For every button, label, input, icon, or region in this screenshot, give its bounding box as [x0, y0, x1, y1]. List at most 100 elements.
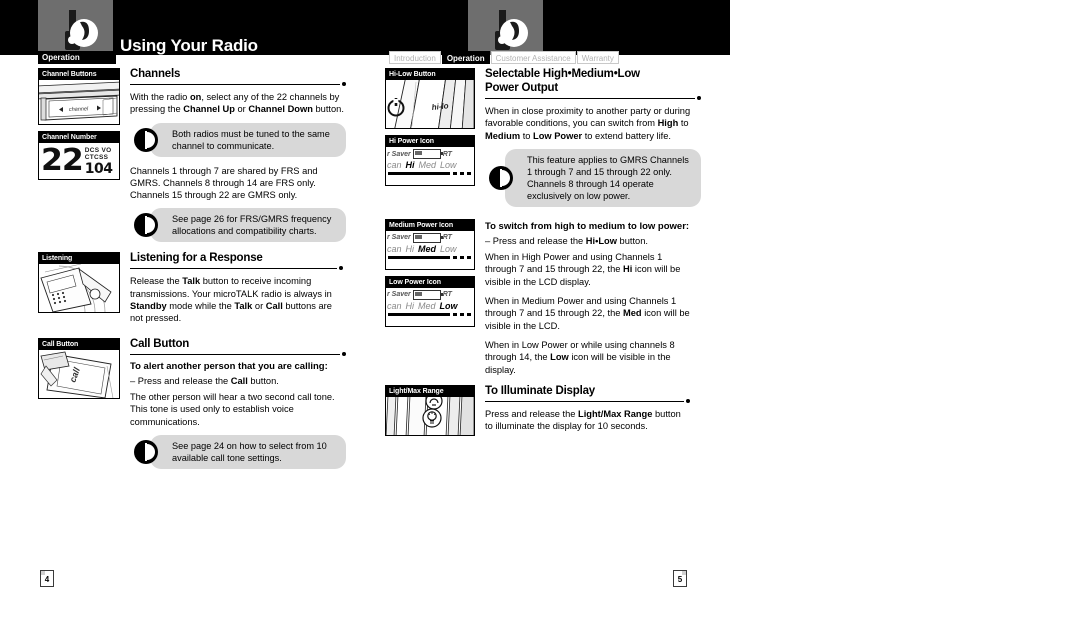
lcd-rt-label: RT — [442, 150, 452, 158]
text-bold: Channel Down — [248, 104, 313, 115]
lcd-code-value: 104 — [84, 160, 113, 177]
lcd-power-row: can Hi Med Low — [386, 300, 474, 311]
text-bold: Low Power — [533, 130, 583, 141]
illuminate-text: To Illuminate Display Press and release … — [475, 385, 690, 440]
svg-text:channel: channel — [69, 106, 89, 113]
text-bold: Med — [623, 308, 642, 319]
figure-channel-buttons: Channel Buttons channel — [38, 68, 120, 125]
figure-caption: Low Power Icon — [386, 276, 474, 288]
logo-plate-left — [38, 0, 113, 55]
lcd-saver-label: r Saver — [387, 234, 411, 242]
figure-hi-power-icon: Hi Power Icon r Saver RT can Hi Med Low — [385, 135, 475, 186]
heading-rule — [130, 82, 346, 88]
text-run: or — [252, 301, 266, 312]
lcd-hi-label: Hi — [405, 160, 415, 170]
text-run: to — [678, 118, 689, 129]
note-see-page-26: See page 26 for FRS/GMRS frequency alloc… — [134, 208, 346, 243]
text-run: mode while the — [166, 301, 235, 312]
lcd-scan-label: can — [387, 243, 402, 254]
low-power-lcd: r Saver RT can Hi Med Low — [386, 287, 474, 326]
text-bold: on — [189, 92, 202, 102]
note-icon — [489, 165, 513, 190]
note-both-radios: Both radios must be tuned to the same ch… — [134, 122, 346, 157]
right-column: Hi-Low Button hi-lo Hi Power Icon r Save… — [385, 68, 701, 442]
text-bold: Standby — [130, 301, 167, 312]
hi-power-lcd: r Saver RT can Hi Med Low — [386, 147, 474, 185]
nav-tab-operation[interactable]: Operation — [441, 51, 490, 64]
lcd-dashes — [446, 255, 472, 259]
lcd-rt-label: RT — [442, 291, 452, 299]
lcd-rt-label: RT — [442, 234, 452, 242]
lcd-dashes — [446, 312, 472, 316]
note-see-page-24: See page 24 on how to select from 10 ava… — [134, 434, 346, 469]
svg-text:hi-lo: hi-lo — [431, 101, 449, 112]
walkie-talkie-icon-right — [495, 10, 528, 50]
heading-rule — [485, 96, 701, 102]
heading-power-output-line1: Selectable High•Medium•Low — [485, 68, 640, 80]
lcd-low-label: Low — [440, 243, 457, 254]
subheading-switch-power: To switch from high to medium to low pow… — [485, 220, 690, 232]
light-max-range-art — [386, 396, 474, 435]
paragraph-high-power: When in High Power and using Channels 1 … — [485, 251, 690, 288]
nav-tab-customer-assistance[interactable]: Customer Assistance — [490, 51, 576, 64]
heading-call-button: Call Button — [130, 337, 190, 350]
text-bold: Light/Max Range — [578, 408, 653, 419]
note-text: Both radios must be tuned to the same ch… — [150, 122, 346, 157]
section-listening: Listening Listening for a Response Relea… — [38, 252, 343, 331]
medium-power-lcd: r Saver RT can Hi Med Low — [386, 230, 474, 269]
figure-caption: Channel Number — [39, 132, 119, 143]
text-run: to — [520, 130, 534, 141]
lcd-low-label: Low — [439, 300, 458, 311]
paragraph-press-call: – Press and release the Call button. — [130, 375, 346, 387]
lcd-hi-label: Hi — [405, 243, 415, 254]
heading-rule — [485, 398, 690, 405]
text-bold: High — [657, 118, 679, 129]
paragraph-call-tone: The other person will hear a two second … — [130, 391, 335, 427]
page-number-left: 4 — [40, 570, 54, 587]
channels-text: Channels With the radio on, select any o… — [120, 68, 346, 250]
text-run: button. — [247, 375, 279, 386]
lcd-bargraph — [388, 312, 472, 320]
figure-channel-number: Channel Number 22 DCS VO CTCSS 104 — [38, 131, 120, 180]
illuminate-figures: Light/Max Range — [385, 384, 475, 442]
figure-caption: Light/Max Range — [386, 385, 474, 397]
lcd-scan-label: can — [387, 300, 402, 311]
section-switch-power: Medium Power Icon r Saver RT can Hi Med … — [385, 218, 690, 383]
paragraph-press-hilow: – Press and release the Hi•Low button. — [485, 235, 690, 247]
figure-low-power-icon: Low Power Icon r Saver RT can Hi Med Low — [385, 275, 475, 327]
text-run: to extend battery life. — [582, 130, 672, 141]
lcd-saver-label: r Saver — [387, 291, 411, 299]
lcd-dcs-label: DCS VO — [84, 146, 112, 154]
power-output-figures: Hi-Low Button hi-lo Hi Power Icon r Save… — [385, 68, 475, 192]
switch-power-text: To switch from high to medium to low pow… — [475, 219, 690, 383]
text-run: button. — [312, 104, 344, 115]
listening-figures: Listening — [38, 252, 120, 319]
call-button-figures: Call Button call — [38, 337, 120, 405]
heading-listening: Listening for a Response — [130, 252, 263, 265]
nav-tab-warranty[interactable]: Warranty — [576, 51, 619, 64]
lcd-power-row: can Hi Med Low — [386, 159, 474, 170]
note-gmrs-channels: This feature applies to GMRS Channels 1 … — [489, 148, 701, 207]
figure-caption: Channel Buttons — [39, 69, 119, 80]
text-bold: Call — [265, 301, 283, 312]
page-title: Using Your Radio — [120, 36, 258, 55]
text-bold: Hi — [623, 264, 633, 275]
page-number-right: 5 — [673, 570, 687, 587]
lcd-top-row: r Saver RT — [386, 231, 474, 243]
note-text: See page 24 on how to select from 10 ava… — [150, 434, 346, 469]
text-bold: Talk — [234, 301, 253, 312]
figure-caption: Medium Power Icon — [386, 219, 474, 231]
nav-tab-introduction[interactable]: Introduction — [389, 51, 441, 64]
hi-low-button-art: hi-lo — [386, 80, 474, 128]
text-bold: Medium — [485, 130, 521, 141]
lcd-bargraph — [388, 255, 472, 263]
paragraph-low-power: When in Low Power or while using channel… — [485, 339, 690, 376]
lcd-top-row: r Saver RT — [386, 288, 474, 300]
paragraph-channel-ranges: Channels 1 through 7 are shared by FRS a… — [130, 165, 318, 201]
header-banner: Using Your Radio — [0, 0, 730, 55]
lcd-dashes — [446, 172, 472, 175]
page-number-value: 4 — [44, 575, 50, 584]
heading-rule — [130, 351, 346, 358]
lcd-side-indicators: DCS VO CTCSS 104 — [85, 147, 113, 176]
listening-art — [39, 264, 119, 313]
